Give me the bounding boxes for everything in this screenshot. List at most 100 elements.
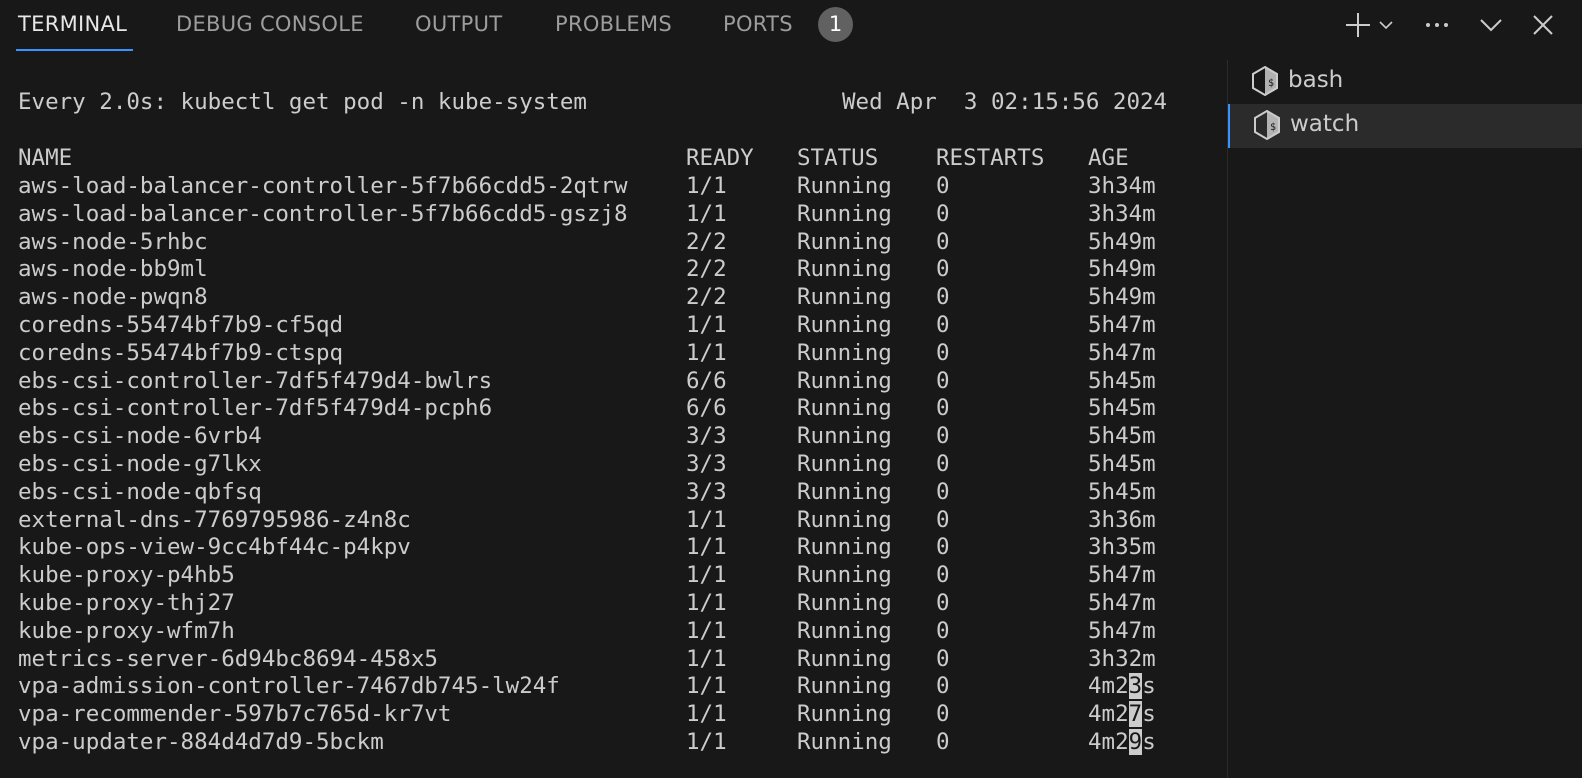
pod-restarts: 0 [936, 673, 950, 700]
pod-ready: 1/1 [686, 617, 727, 644]
pod-ready: 1/1 [686, 506, 727, 533]
close-icon [1533, 15, 1553, 35]
pod-age: 5h47m [1088, 562, 1156, 589]
pod-age: 5h45m [1088, 478, 1156, 505]
pod-name: coredns-55474bf7b9-cf5qd [18, 312, 344, 338]
active-tab-indicator [16, 49, 133, 51]
pod-age: 5h47m [1088, 617, 1156, 644]
pod-status: Running [797, 423, 892, 450]
pod-age: 5h45m [1088, 395, 1156, 422]
pod-age: 5h49m [1088, 284, 1156, 311]
pod-age: 5h45m [1088, 451, 1156, 477]
pod-restarts: 0 [936, 590, 950, 616]
column-header-age: AGE [1088, 145, 1129, 171]
tab-debug-console[interactable]: DEBUG CONSOLE [176, 12, 364, 42]
pod-status: Running [797, 590, 892, 616]
pod-restarts: 0 [936, 617, 950, 644]
column-header-name: NAME [18, 145, 73, 171]
pod-ready: 1/1 [686, 645, 727, 672]
pod-ready: 1/1 [686, 312, 727, 338]
pod-restarts: 0 [936, 173, 950, 199]
more-actions-button[interactable] [1420, 8, 1454, 42]
pod-restarts: 0 [936, 367, 950, 394]
pod-name: ebs-csi-controller-7df5f479d4-bwlrs [18, 367, 493, 394]
pod-name: ebs-csi-node-qbfsq [18, 478, 262, 505]
terminal-bash-icon: $ [1252, 66, 1278, 96]
pod-age: 5h47m [1088, 312, 1156, 338]
pod-status: Running [797, 395, 892, 422]
pod-restarts: 0 [936, 645, 950, 672]
terminal-bash-icon: $ [1254, 110, 1280, 140]
terminal-panel: TERMINAL DEBUG CONSOLE OUTPUT PROBLEMS P… [0, 0, 1582, 778]
pod-status: Running [797, 617, 892, 644]
pod-age: 5h45m [1088, 423, 1156, 450]
pod-age: 3h36m [1088, 506, 1156, 533]
tab-output[interactable]: OUTPUT [415, 12, 502, 42]
tab-problems[interactable]: PROBLEMS [555, 12, 672, 42]
svg-text:$: $ [1270, 122, 1276, 133]
pod-name: vpa-admission-controller-7467db745-lw24f [18, 673, 560, 700]
pod-name: external-dns-7769795986-z4n8c [18, 506, 411, 533]
pod-age: 4m29s [1088, 729, 1156, 755]
svg-text:$: $ [1268, 78, 1274, 89]
column-header-ready: READY [686, 145, 754, 171]
pod-status: Running [797, 645, 892, 672]
watch-timestamp: Wed Apr 3 02:15:56 2024 [842, 89, 1168, 115]
pod-age: 5h47m [1088, 590, 1156, 616]
close-panel-button[interactable] [1526, 8, 1560, 42]
tab-terminal[interactable]: TERMINAL [18, 12, 127, 42]
pod-status: Running [797, 451, 892, 477]
terminal-profile-dropdown[interactable] [1375, 8, 1397, 42]
pod-status: Running [797, 367, 892, 394]
pod-status: Running [797, 673, 892, 700]
pod-status: Running [797, 534, 892, 561]
terminal-cursor: 7 [1128, 701, 1143, 728]
pod-name: vpa-updater-884d4d7d9-5bckm [18, 729, 384, 755]
pod-ready: 2/2 [686, 284, 727, 311]
pod-name: vpa-recommender-597b7c765d-kr7vt [18, 701, 452, 728]
new-terminal-button[interactable] [1341, 8, 1375, 42]
pod-restarts: 0 [936, 562, 950, 589]
pod-name: kube-proxy-p4hb5 [18, 562, 235, 589]
plus-icon [1346, 13, 1370, 37]
pod-status: Running [797, 562, 892, 589]
pod-ready: 1/1 [686, 701, 727, 728]
ports-count-badge: 1 [818, 7, 853, 42]
pod-status: Running [797, 506, 892, 533]
pod-age: 3h32m [1088, 645, 1156, 672]
pod-age: 4m23s [1088, 673, 1156, 700]
terminal-tab-bash[interactable]: $ bash [1228, 60, 1582, 104]
pod-restarts: 0 [936, 506, 950, 533]
pod-ready: 1/1 [686, 673, 727, 700]
pod-restarts: 0 [936, 228, 950, 255]
pod-name: aws-node-bb9ml [18, 256, 208, 283]
pod-restarts: 0 [936, 200, 950, 227]
pod-name: kube-proxy-thj27 [18, 590, 235, 616]
pod-name: aws-load-balancer-controller-5f7b66cdd5-… [18, 200, 628, 227]
maximize-panel-button[interactable] [1474, 8, 1508, 42]
pod-name: aws-load-balancer-controller-5f7b66cdd5-… [18, 173, 628, 199]
terminal-cursor: 3 [1128, 673, 1143, 700]
pod-restarts: 0 [936, 423, 950, 450]
pod-status: Running [797, 228, 892, 255]
chevron-down-icon [1480, 19, 1502, 32]
pod-restarts: 0 [936, 534, 950, 561]
terminal-tab-watch[interactable]: $ watch [1228, 104, 1582, 148]
pod-name: aws-node-5rhbc [18, 228, 208, 255]
terminal-output[interactable]: Every 2.0s: kubectl get pod -n kube-syst… [18, 88, 1218, 768]
pod-age: 5h49m [1088, 228, 1156, 255]
pod-age: 3h34m [1088, 173, 1156, 199]
pod-age: 5h47m [1088, 339, 1156, 366]
pod-name: coredns-55474bf7b9-ctspq [18, 339, 344, 366]
pod-status: Running [797, 339, 892, 366]
pod-status: Running [797, 478, 892, 505]
tab-ports[interactable]: PORTS [723, 12, 793, 42]
pod-restarts: 0 [936, 339, 950, 366]
pod-ready: 1/1 [686, 729, 727, 755]
pod-restarts: 0 [936, 451, 950, 477]
pod-age: 5h49m [1088, 256, 1156, 283]
pod-status: Running [797, 200, 892, 227]
pod-ready: 6/6 [686, 395, 727, 422]
column-header-status: STATUS [797, 145, 879, 171]
pod-status: Running [797, 173, 892, 199]
